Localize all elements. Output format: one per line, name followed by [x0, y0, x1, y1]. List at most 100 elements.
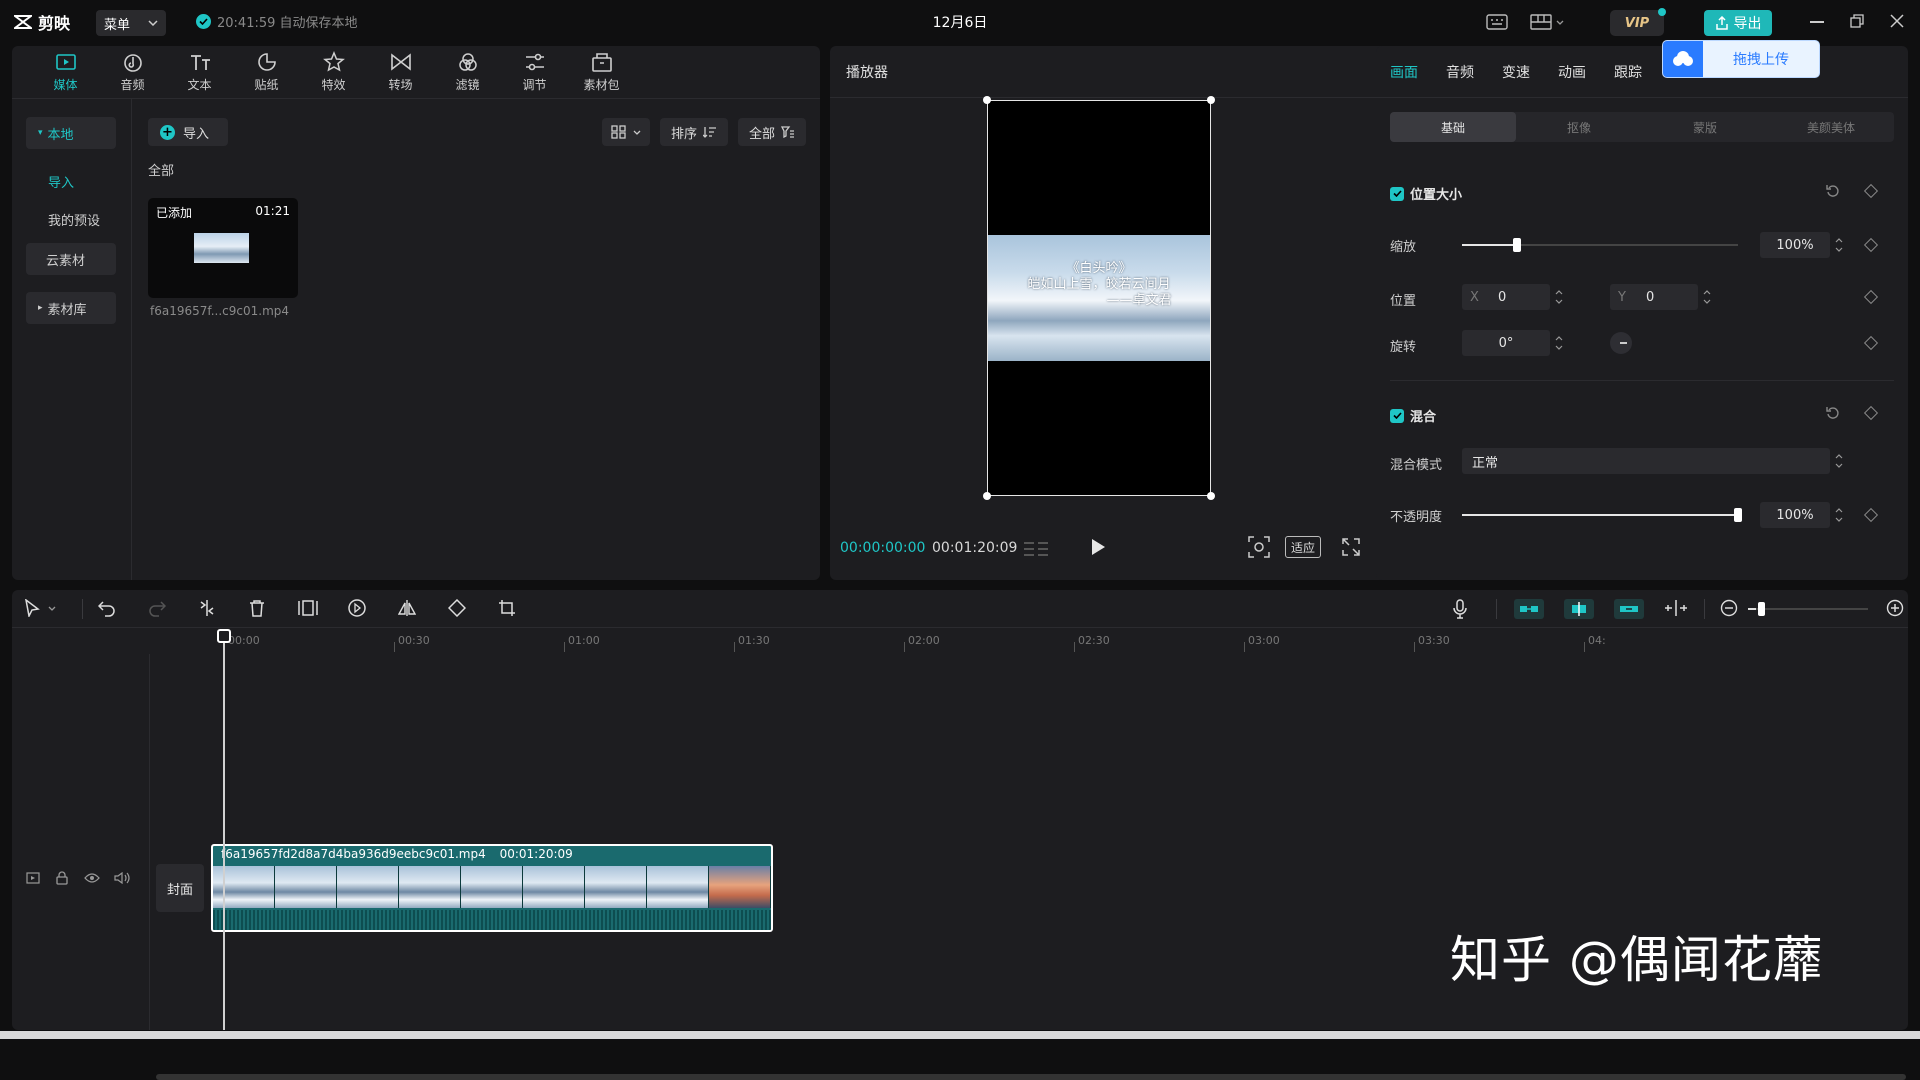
scale-value-input[interactable]: 100% [1760, 232, 1830, 258]
blend-mode-stepper[interactable] [1832, 448, 1846, 474]
speaker-icon[interactable] [114, 872, 130, 884]
microphone-icon[interactable] [1452, 599, 1468, 619]
position-x-input[interactable]: X 0 [1462, 284, 1550, 310]
keyframe-icon[interactable] [1863, 405, 1879, 421]
keyframe-icon[interactable] [1863, 507, 1879, 523]
vip-badge[interactable]: VIP [1610, 8, 1666, 36]
crop-icon[interactable] [498, 599, 516, 617]
tab-video[interactable]: 画面 [1390, 62, 1418, 82]
sidebar-item-cloud[interactable]: 云素材 [26, 243, 116, 275]
drag-upload-button[interactable]: 拖拽上传 [1662, 40, 1820, 78]
section-blend[interactable]: 混合 [1390, 406, 1436, 425]
main-track-magnet-icon[interactable] [1514, 599, 1544, 619]
restore-icon[interactable] [1850, 14, 1864, 28]
checkbox-icon[interactable] [1390, 186, 1404, 201]
sidebar-item-presets[interactable]: 我的预设 [26, 203, 116, 235]
opacity-stepper[interactable] [1832, 502, 1846, 528]
reverse-play-icon[interactable] [348, 599, 366, 617]
sidebar-item-local[interactable]: ▾ 本地 [26, 117, 116, 149]
timecode-list-icon[interactable] [1022, 540, 1050, 558]
resize-handle[interactable] [1207, 96, 1215, 104]
lock-icon[interactable] [56, 871, 68, 885]
keyframe-icon[interactable] [1863, 237, 1879, 253]
rotate-stepper[interactable] [1552, 330, 1566, 356]
select-tool-button[interactable] [24, 599, 56, 617]
scale-slider-knob[interactable] [1513, 238, 1522, 252]
checkbox-icon[interactable] [1390, 408, 1404, 423]
scale-stepper[interactable] [1832, 232, 1846, 258]
play-icon[interactable] [1090, 538, 1106, 556]
resize-handle[interactable] [1207, 492, 1215, 500]
zoom-in-icon[interactable] [1886, 599, 1904, 617]
zoom-slider-knob[interactable] [1758, 602, 1765, 616]
resize-handle[interactable] [983, 96, 991, 104]
horizontal-scrollbar[interactable] [156, 1074, 1906, 1080]
freeze-frame-icon[interactable] [298, 599, 318, 617]
ratio-fit-button[interactable]: 适应 [1285, 536, 1321, 558]
redo-icon[interactable] [148, 599, 166, 617]
mirror-icon[interactable] [398, 599, 416, 617]
fullscreen-icon[interactable] [1342, 538, 1360, 556]
tab-animation[interactable]: 动画 [1558, 62, 1586, 82]
sidebar-item-library[interactable]: ▸ 素材库 [26, 292, 116, 324]
view-mode-button[interactable] [602, 118, 650, 146]
main-menu-button[interactable]: 菜单 [96, 10, 166, 36]
close-icon[interactable] [1890, 14, 1904, 28]
media-tool-material-pack[interactable]: 素材包 [568, 46, 635, 98]
subtab-mask[interactable]: 蒙版 [1642, 112, 1768, 142]
keyframe-icon[interactable] [1863, 183, 1879, 199]
filter-button[interactable]: 全部 [738, 118, 806, 146]
y-stepper[interactable] [1700, 284, 1714, 310]
rotate-dial-icon[interactable] [1610, 332, 1632, 354]
rotate-input[interactable]: 0° [1462, 330, 1550, 356]
media-tool-audio[interactable]: 音频 [99, 46, 166, 98]
media-tool-filter[interactable]: 滤镜 [434, 46, 501, 98]
keyframe-icon[interactable] [1863, 335, 1879, 351]
linkage-icon[interactable] [1614, 599, 1644, 619]
blend-mode-select[interactable]: 正常 [1462, 448, 1830, 474]
time-ruler[interactable]: 00:00 00:30 01:00 01:30 02:00 02:30 03:00 03:30… [162, 628, 1908, 654]
resize-handle[interactable] [983, 492, 991, 500]
sidebar-item-import[interactable]: 导入 [26, 165, 116, 197]
rotate-icon[interactable] [448, 599, 466, 617]
delete-icon[interactable] [248, 599, 266, 617]
tab-audio[interactable]: 音频 [1446, 62, 1474, 82]
video-preview[interactable]: 《白头吟》 皑如山上雪，皎若云间月 ——卓文君 [983, 96, 1215, 500]
tab-tracking[interactable]: 跟踪 [1614, 62, 1642, 82]
position-y-input[interactable]: Y 0 [1610, 284, 1698, 310]
screenshot-icon[interactable] [1248, 536, 1270, 558]
undo-icon[interactable] [98, 599, 116, 617]
subtab-cutout[interactable]: 抠像 [1516, 112, 1642, 142]
reset-icon[interactable] [1826, 184, 1840, 198]
media-tool-text[interactable]: 文本 [166, 46, 233, 98]
keyframe-icon[interactable] [1863, 289, 1879, 305]
reset-icon[interactable] [1826, 406, 1840, 420]
zoom-out-icon[interactable] [1720, 599, 1738, 617]
minimize-icon[interactable] [1810, 21, 1824, 23]
media-tool-sticker[interactable]: 贴纸 [233, 46, 300, 98]
timeline-video-clip[interactable]: f6a19657fd2d8a7d4ba936d9eebc9c01.mp4 00:… [211, 844, 773, 932]
auto-snap-icon[interactable] [1564, 599, 1594, 619]
opacity-value-input[interactable]: 100% [1760, 502, 1830, 528]
preview-axis-icon[interactable] [1664, 599, 1688, 617]
playhead-handle[interactable] [217, 629, 231, 643]
opacity-slider-knob[interactable] [1734, 508, 1742, 522]
sort-button[interactable]: 排序 [660, 118, 728, 146]
media-tool-transition[interactable]: 转场 [367, 46, 434, 98]
import-button[interactable]: + 导入 [148, 118, 228, 146]
x-stepper[interactable] [1552, 284, 1566, 310]
playhead[interactable] [223, 630, 225, 1030]
section-position-size[interactable]: 位置大小 [1390, 184, 1462, 203]
zoom-slider-track[interactable] [1748, 608, 1868, 610]
keyboard-shortcut-icon[interactable] [1486, 14, 1508, 30]
subtab-basic[interactable]: 基础 [1390, 112, 1516, 142]
eye-icon[interactable] [84, 873, 100, 883]
tab-speed[interactable]: 变速 [1502, 62, 1530, 82]
track-cover-toggle-icon[interactable] [26, 872, 40, 884]
split-icon[interactable] [198, 599, 216, 617]
cover-button[interactable]: 封面 [156, 864, 204, 912]
media-clip-card[interactable]: 已添加 01:21 [148, 198, 298, 298]
media-tool-effects[interactable]: 特效 [300, 46, 367, 98]
media-tool-adjust[interactable]: 调节 [501, 46, 568, 98]
export-button[interactable]: 导出 [1704, 10, 1772, 36]
